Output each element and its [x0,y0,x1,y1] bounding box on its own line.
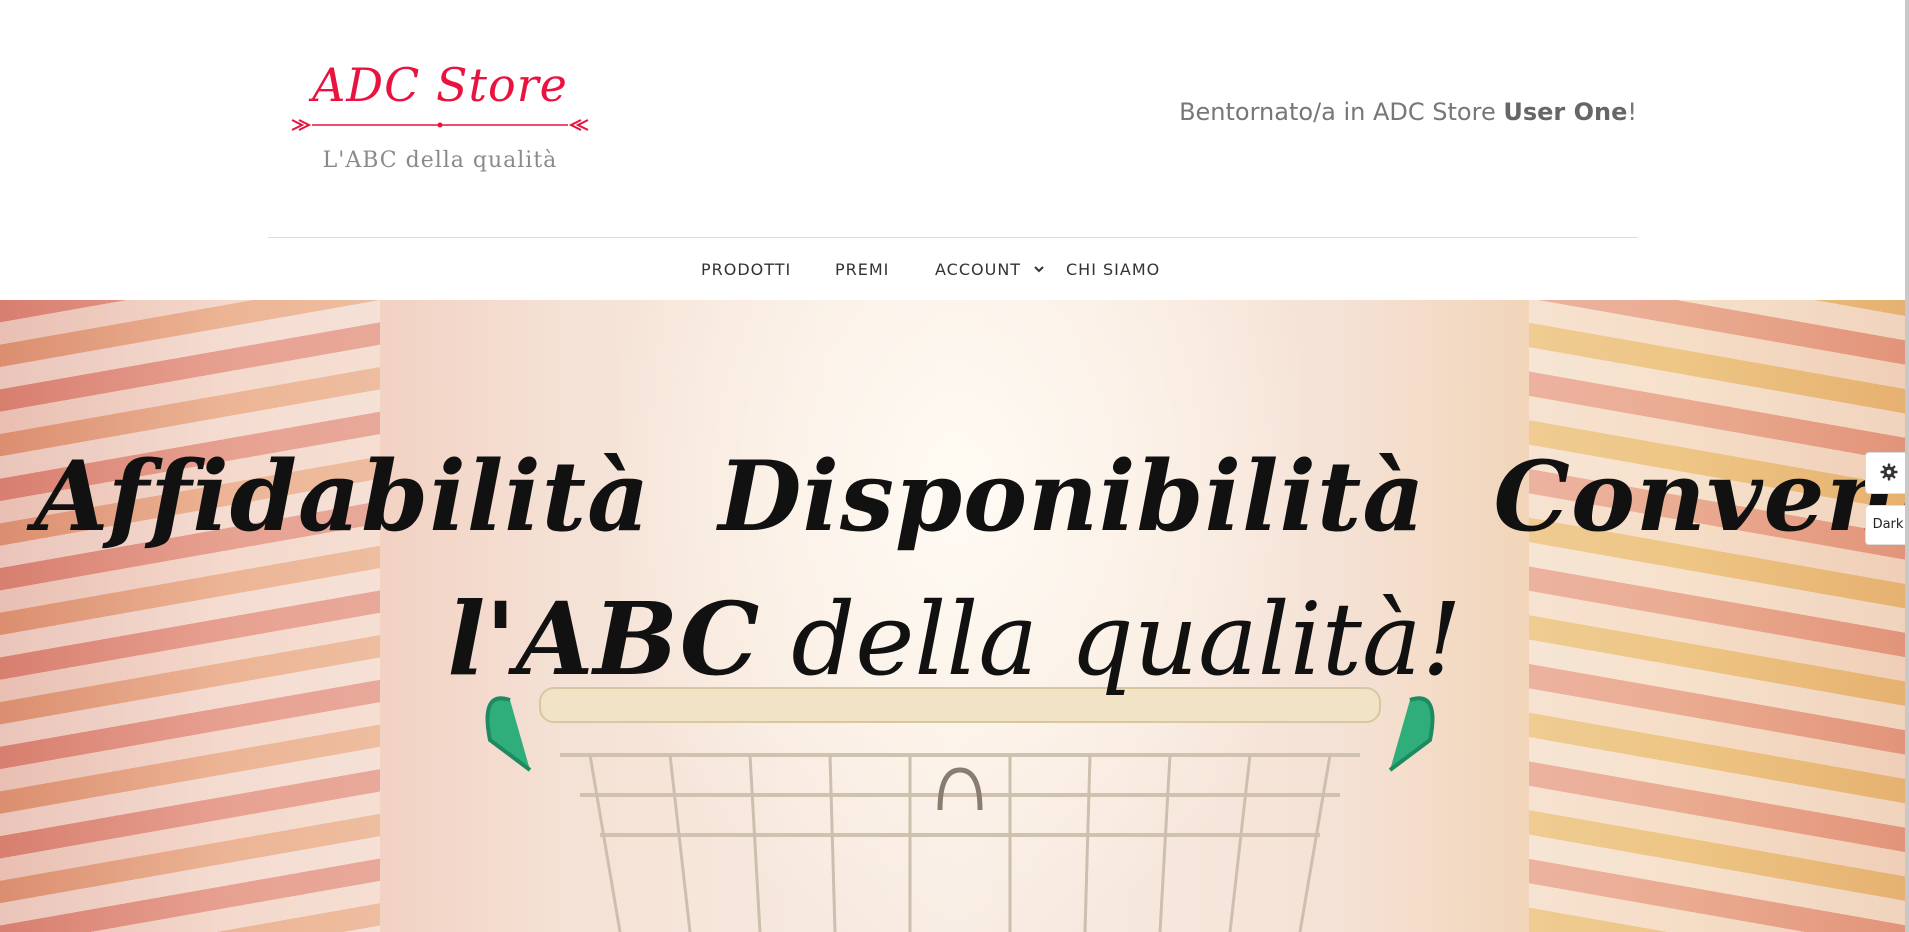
welcome-prefix: Bentornato/a in ADC Store [1179,98,1504,126]
welcome-message: Bentornato/a in ADC Store User One! [1179,98,1637,126]
hero-word-affidabilita: Affidabilità [34,440,651,553]
nav-item-chi-siamo[interactable]: CHI SIAMO [1066,260,1160,279]
hero-tagline-bold: l'ABC [447,580,760,698]
gear-icon [1880,463,1898,481]
site-logo[interactable]: ADC Store L'ABC della qualità [280,48,600,188]
welcome-user: User One [1503,98,1628,126]
settings-button[interactable] [1865,452,1909,494]
logo-tagline: L'ABC della qualità [322,148,558,173]
hero-tagline: l'ABC della qualità! [0,580,1909,698]
site-header: ADC Store L'ABC della qualità Bentornato… [0,0,1909,300]
hero-word-disponibilita: Disponibilità [718,440,1426,553]
hero-tagline-rest: della qualità! [759,581,1462,698]
hero-headline: Affidabilità Disponibilità Convenienza [0,440,1909,553]
hero-banner: Affidabilità Disponibilità Convenienza l'A… [0,300,1909,932]
logo-title: ADC Store [312,58,568,112]
logo-divider [291,119,589,131]
page-scrollbar[interactable] [1905,0,1909,932]
nav-item-premi[interactable]: PREMI [835,260,889,279]
hero-word-convenienza: Convenienza [1493,440,1909,553]
shopping-cart-image [485,687,1435,932]
chevron-down-icon[interactable] [1033,263,1045,275]
main-nav: PRODOTTI PREMI ACCOUNT CHI SIAMO [0,238,1909,300]
nav-item-prodotti[interactable]: PRODOTTI [701,260,791,279]
welcome-suffix: ! [1627,98,1637,126]
theme-toggle-button[interactable]: Dark [1865,505,1909,545]
nav-item-account[interactable]: ACCOUNT [935,260,1021,279]
